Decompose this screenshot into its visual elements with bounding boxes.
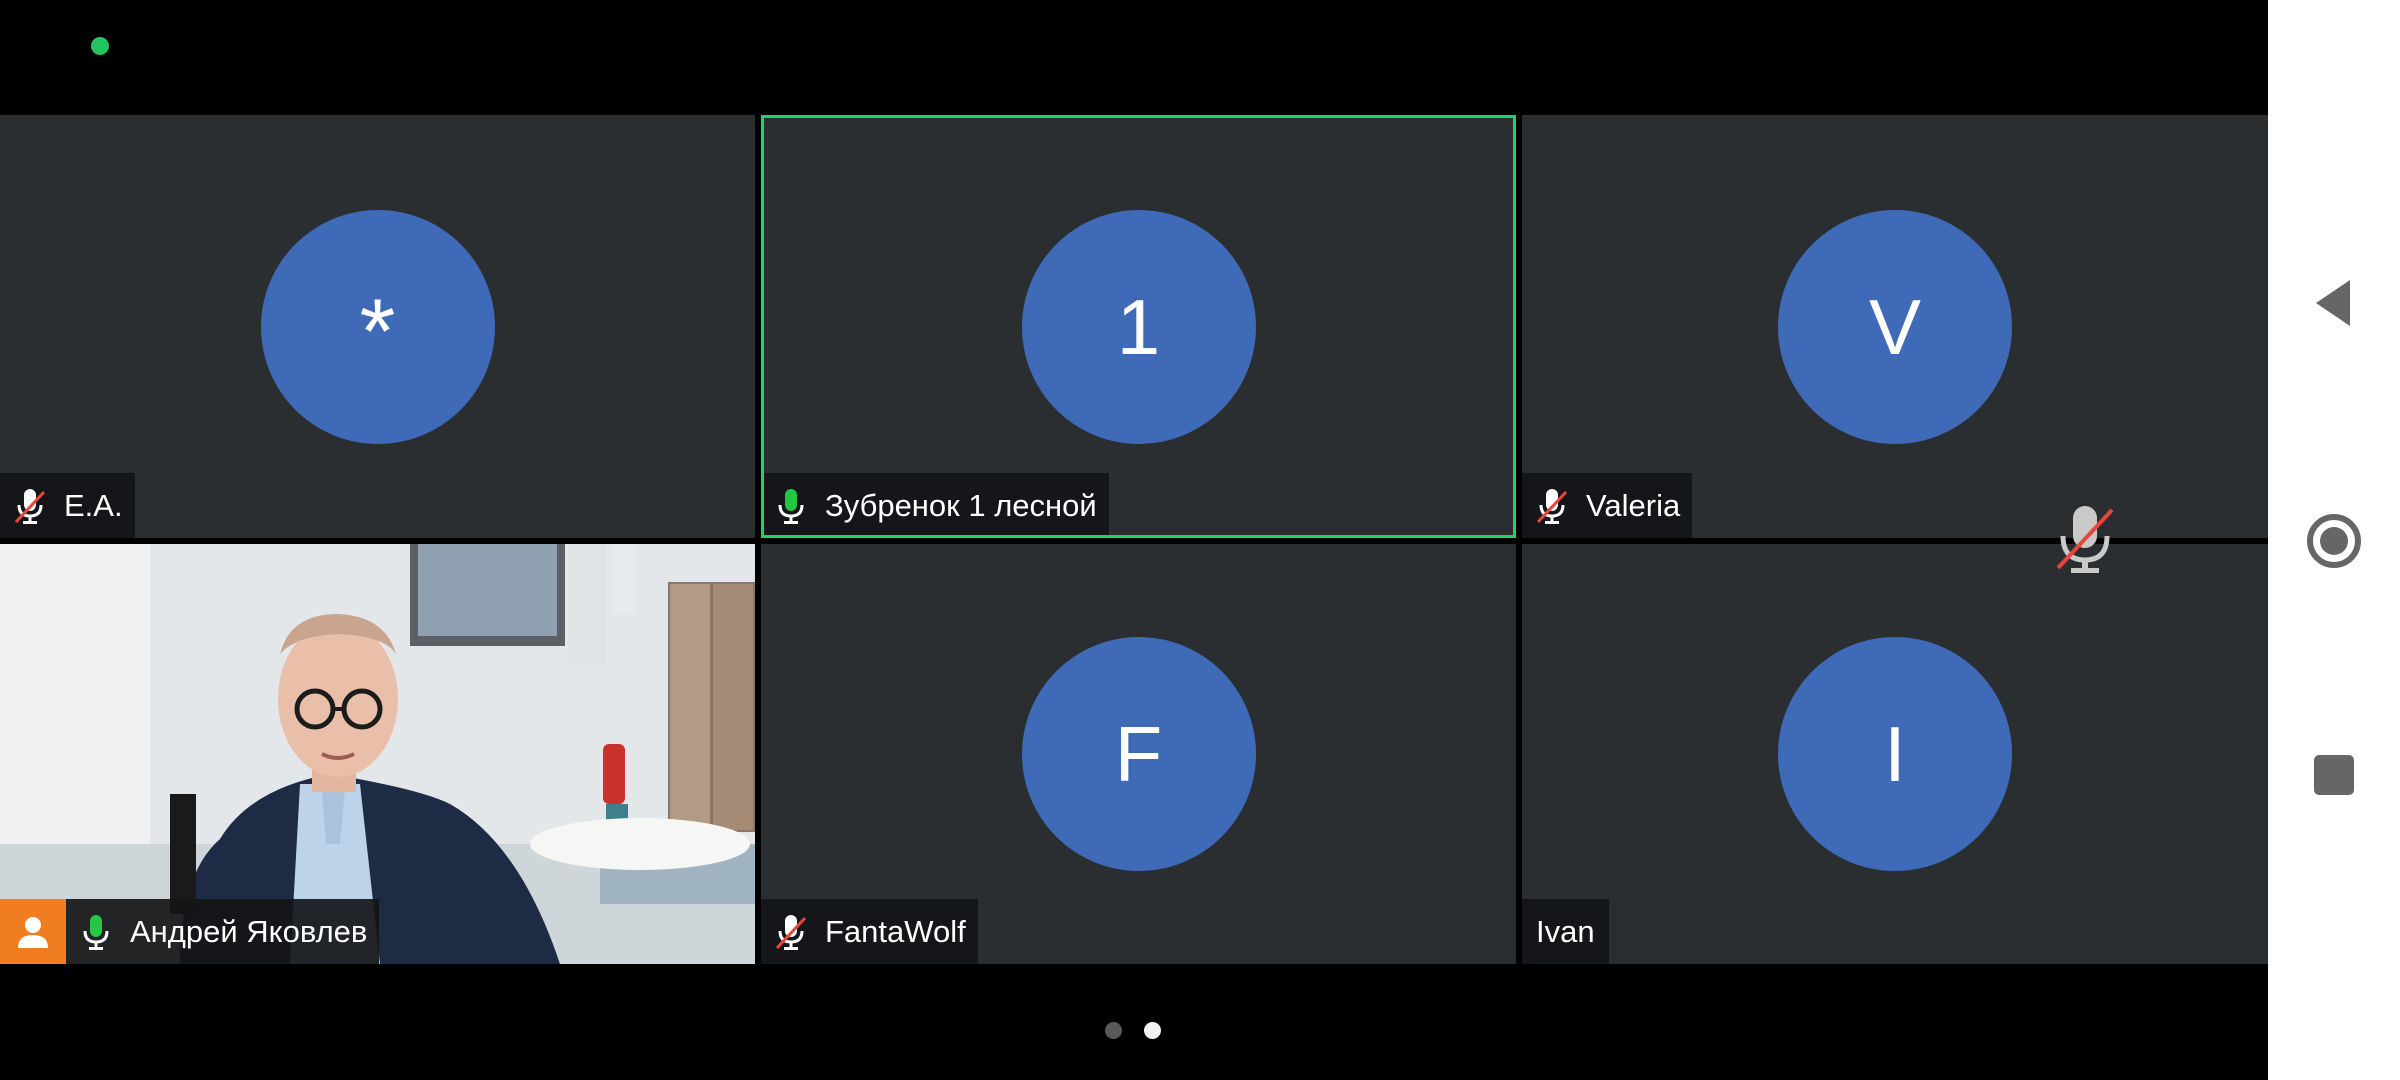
participant-tile[interactable]: * E.A. xyxy=(0,115,755,538)
screen: * E.A. 1 Зубренок 1 лесной V Valeria Анд… xyxy=(0,0,2400,1080)
mic-muted-icon xyxy=(1534,486,1570,526)
system-navigation-bar xyxy=(2268,0,2400,1080)
participant-name-tag: E.A. xyxy=(0,473,135,538)
mic-on-icon xyxy=(78,912,114,952)
participant-avatar: I xyxy=(1778,637,2012,871)
page-dot-current[interactable] xyxy=(1144,1022,1161,1039)
participant-avatar: 1 xyxy=(1021,209,1256,444)
gallery-page-indicator xyxy=(1105,1022,1161,1039)
mic-muted-icon xyxy=(773,912,809,952)
participant-name-tag: FantaWolf xyxy=(761,899,978,964)
mute-toggle-button[interactable] xyxy=(2040,500,2130,580)
mic-muted-icon xyxy=(2056,506,2114,573)
home-button[interactable] xyxy=(2268,486,2400,596)
participant-avatar: * xyxy=(260,209,495,444)
participant-tile[interactable]: F FantaWolf xyxy=(761,544,1516,964)
recents-button[interactable] xyxy=(2268,720,2400,830)
participant-avatar: V xyxy=(1778,209,2012,444)
participant-name: FantaWolf xyxy=(825,913,966,949)
participant-name: Ivan xyxy=(1536,913,1595,949)
participant-tile[interactable]: I Ivan xyxy=(1522,544,2268,964)
connection-status-indicator xyxy=(91,37,109,55)
participant-tile[interactable]: V Valeria xyxy=(1522,115,2268,538)
participant-tile-video[interactable]: Андрей Яковлев xyxy=(0,544,755,964)
participant-tile-active-speaker[interactable]: 1 Зубренок 1 лесной xyxy=(761,115,1516,538)
meeting-view: * E.A. 1 Зубренок 1 лесной V Valeria Анд… xyxy=(0,0,2268,1080)
mic-muted-icon xyxy=(12,486,48,526)
back-icon xyxy=(2316,280,2350,326)
participant-name-tag: Зубренок 1 лесной xyxy=(761,473,1109,538)
home-icon xyxy=(2307,514,2361,568)
participant-name-tag: Ivan xyxy=(1522,899,1609,964)
host-badge xyxy=(0,899,66,964)
recents-icon xyxy=(2314,755,2354,795)
participant-name: Зубренок 1 лесной xyxy=(825,487,1097,523)
mic-on-icon xyxy=(773,486,809,526)
participant-name: Андрей Яковлев xyxy=(130,913,368,949)
participant-name-tag: Valeria xyxy=(1522,473,1693,538)
participant-name: Valeria xyxy=(1586,487,1681,523)
participant-name: E.A. xyxy=(64,487,123,523)
participant-gallery: * E.A. 1 Зубренок 1 лесной V Valeria Анд… xyxy=(0,115,2268,964)
participant-avatar: F xyxy=(1021,637,1256,871)
page-dot[interactable] xyxy=(1105,1022,1122,1039)
person-icon xyxy=(18,916,48,948)
back-button[interactable] xyxy=(2268,248,2400,358)
